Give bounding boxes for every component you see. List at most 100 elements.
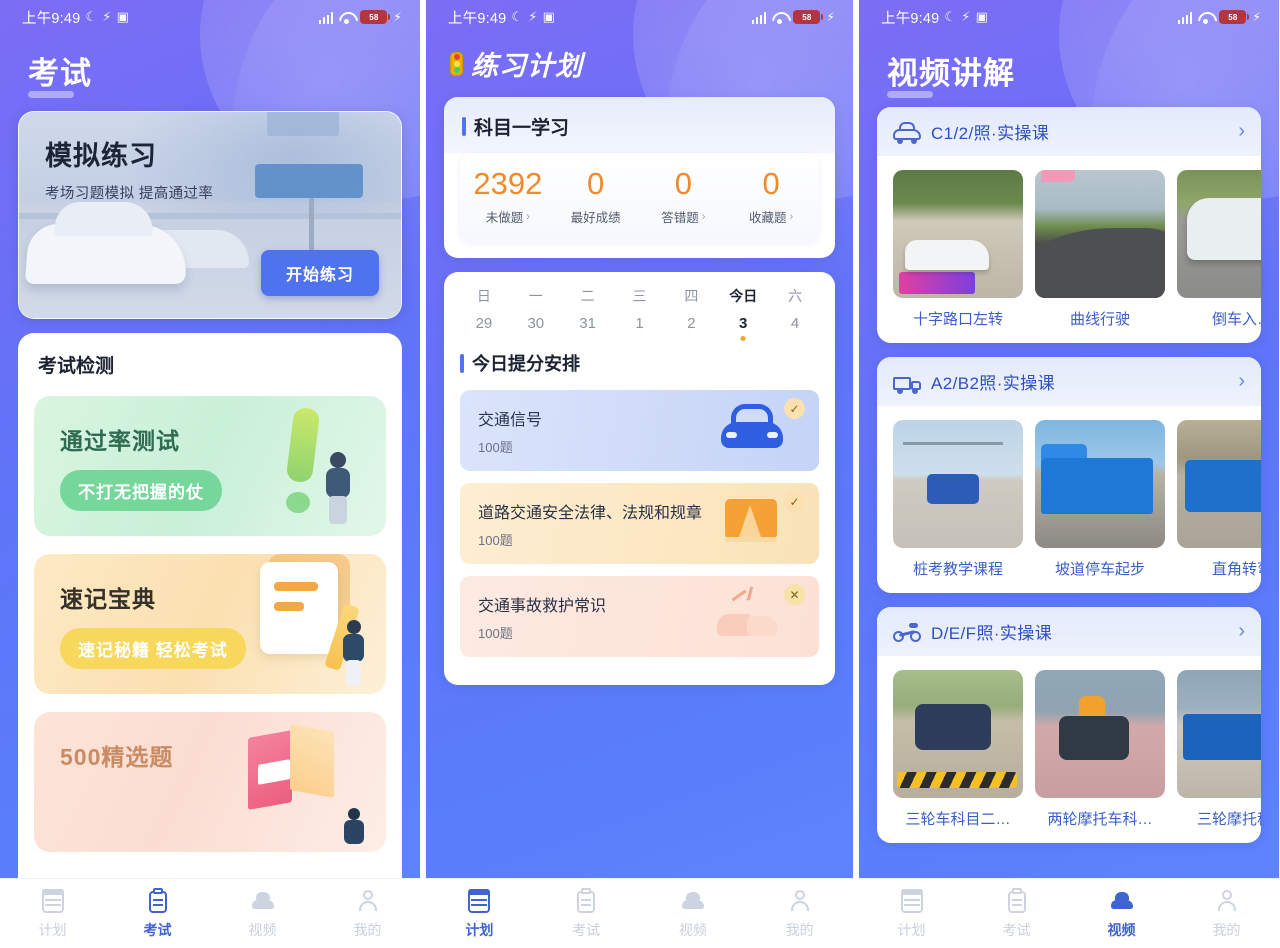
- tab-mine[interactable]: 我的: [1174, 888, 1279, 940]
- stat-label-wrap: 收藏题 ›: [727, 207, 815, 226]
- calendar-dow: 今日: [729, 288, 758, 305]
- video-item[interactable]: 坡道停车起步: [1035, 420, 1165, 579]
- video-item[interactable]: 三轮车科目二…: [893, 670, 1023, 829]
- stat-best-score[interactable]: 0 最好成绩: [552, 166, 640, 226]
- video-caption: 三轮摩托科…: [1196, 811, 1261, 828]
- calendar-day[interactable]: 三 1: [614, 286, 666, 332]
- promo-pass-rate-test[interactable]: 通过率测试 不打无把握的仗: [34, 396, 386, 536]
- video-thumbnail: [893, 670, 1023, 798]
- tab-label: 我的: [353, 921, 382, 938]
- tab-label: 我的: [1212, 921, 1241, 938]
- title-underline: [887, 91, 933, 98]
- moon-icon: ☾: [511, 9, 524, 24]
- task-row-first-aid[interactable]: 交通事故救护常识 100题 ✕: [460, 576, 819, 658]
- tab-exam[interactable]: 考试: [105, 887, 210, 940]
- promo-memory-guide[interactable]: 速记宝典 速记秘籍 轻松考试: [34, 554, 386, 694]
- video-caption: 坡道停车起步: [1054, 561, 1145, 578]
- calendar-day[interactable]: 四 2: [665, 286, 717, 332]
- tab-video[interactable]: 视频: [1069, 888, 1174, 940]
- charging-bolt-icon: ⚡: [393, 10, 402, 24]
- calendar-dow: 四: [684, 288, 699, 305]
- video-thumbnail-row[interactable]: 十字路口左转 曲线行驶 倒车入…: [877, 156, 1261, 329]
- video-thumbnail: [893, 170, 1023, 298]
- calendar-day-today[interactable]: 今日 3: [717, 286, 769, 342]
- battery-level: 58: [369, 12, 379, 22]
- tab-video[interactable]: 视频: [640, 888, 747, 940]
- status-bar: 上午9:49 ☾ ⚡ ▣ 58 ⚡: [0, 0, 420, 34]
- video-item[interactable]: 桩考教学课程: [893, 420, 1023, 579]
- title-underline: [28, 91, 74, 98]
- video-item[interactable]: 十字路口左转: [893, 170, 1023, 329]
- plan-calendar-card: 日 29 一 30 二 31 三 1 四 2 今日 3 六 4 今日提分安排 交…: [444, 272, 835, 686]
- section-title-exam-detection: 考试检测: [38, 351, 117, 379]
- page-title-text: 视频讲解: [887, 56, 1015, 91]
- stat-favorites[interactable]: 0 收藏题 ›: [727, 166, 815, 226]
- video-item[interactable]: 三轮摩托科…: [1177, 670, 1261, 829]
- page-title-text: 考试: [28, 56, 92, 91]
- exclamation-dot-icon: [286, 492, 310, 513]
- tab-label: 视频: [678, 921, 707, 938]
- video-group-header[interactable]: D/E/F照·实操课 ›: [877, 607, 1261, 656]
- stat-label: 收藏题: [749, 211, 787, 226]
- video-thumbnail: [1035, 170, 1165, 298]
- person-illustration: [340, 620, 370, 686]
- tab-plan[interactable]: 计划: [859, 888, 964, 940]
- calendar-day[interactable]: 一 30: [510, 286, 562, 332]
- chevron-right-icon: ›: [526, 210, 530, 223]
- video-item[interactable]: 倒车入…: [1177, 170, 1261, 329]
- calendar-day[interactable]: 二 31: [562, 286, 614, 332]
- screenshot-icon: ▣: [975, 9, 989, 24]
- charging-bolt-icon: ⚡: [1252, 10, 1261, 24]
- calendar-date: 4: [790, 315, 800, 333]
- stat-label: 最好成绩: [570, 211, 621, 226]
- tab-mine[interactable]: 我的: [315, 888, 420, 940]
- video-group-def: D/E/F照·实操课 › 三轮车科目二… 两轮摩托车科… 三轮摩托科…: [877, 607, 1261, 843]
- task-status-badge: ✕: [784, 584, 805, 606]
- video-item[interactable]: 曲线行驶: [1035, 170, 1165, 329]
- video-group-header[interactable]: C1/2/照·实操课 ›: [877, 107, 1261, 156]
- task-row-traffic-signal[interactable]: 交通信号 100题 ✓: [460, 390, 819, 472]
- calendar-day[interactable]: 日 29: [458, 286, 510, 332]
- stat-undone[interactable]: 2392 未做题 ›: [464, 166, 552, 226]
- person-illustration: [342, 808, 368, 852]
- tab-bar-plan: 计划 考试 视频 我的: [426, 878, 853, 948]
- exam-detection-card: 考试检测 通过率测试 不打无把握的仗 速记宝典 速记秘籍 轻松考试 500精选题: [18, 333, 402, 893]
- start-practice-button[interactable]: 开始练习: [260, 250, 379, 296]
- task-status-badge: ✓: [784, 491, 805, 513]
- calendar-day[interactable]: 六 4: [769, 286, 821, 332]
- status-bar-right: 58 ⚡: [751, 10, 835, 24]
- wifi-icon: [1198, 11, 1213, 24]
- promo-500-selected[interactable]: 500精选题: [34, 712, 386, 852]
- tab-plan[interactable]: 计划: [0, 888, 105, 940]
- video-thumbnail: [1177, 420, 1261, 548]
- tab-label: 考试: [143, 921, 172, 938]
- video-caption: 桩考教学课程: [912, 561, 1003, 578]
- tab-mine[interactable]: 我的: [746, 888, 853, 940]
- video-item[interactable]: 两轮摩托车科…: [1035, 670, 1165, 829]
- tab-plan[interactable]: 计划: [426, 888, 533, 940]
- task-name: 交通事故救护常识: [478, 598, 607, 616]
- user-icon: [789, 889, 811, 913]
- mock-practice-card[interactable]: 模拟练习 考场习题模拟 提高通过率 开始练习: [18, 111, 402, 319]
- promo-illustration: [232, 396, 372, 536]
- chevron-right-icon: ›: [1238, 120, 1245, 142]
- video-group-header[interactable]: A2/B2照·实操课 ›: [877, 357, 1261, 406]
- video-caption: 十字路口左转: [912, 311, 1003, 328]
- task-name: 交通信号: [478, 412, 543, 430]
- tab-exam[interactable]: 考试: [964, 887, 1069, 940]
- calendar-date: 3: [717, 315, 769, 342]
- status-bar-left: 上午9:49 ☾ ⚡ ▣: [881, 7, 988, 28]
- task-row-traffic-law[interactable]: 道路交通安全法律、法规和规章 100题 ✓: [460, 483, 819, 565]
- chevron-right-icon: ›: [1238, 620, 1245, 642]
- chevron-right-icon: ›: [701, 210, 706, 223]
- video-thumbnail-row[interactable]: 桩考教学课程 坡道停车起步 直角转弯: [877, 406, 1261, 579]
- today-dot-indicator: [740, 336, 746, 342]
- video-item[interactable]: 直角转弯: [1177, 420, 1261, 579]
- video-thumbnail: [893, 420, 1023, 548]
- task-count: 100题: [478, 626, 513, 642]
- video-thumbnail-row[interactable]: 三轮车科目二… 两轮摩托车科… 三轮摩托科…: [877, 656, 1261, 829]
- stat-wrong[interactable]: 0 答错题 ›: [640, 166, 728, 226]
- tab-exam[interactable]: 考试: [533, 887, 640, 940]
- task-count: 100题: [478, 440, 513, 456]
- tab-video[interactable]: 视频: [210, 888, 315, 940]
